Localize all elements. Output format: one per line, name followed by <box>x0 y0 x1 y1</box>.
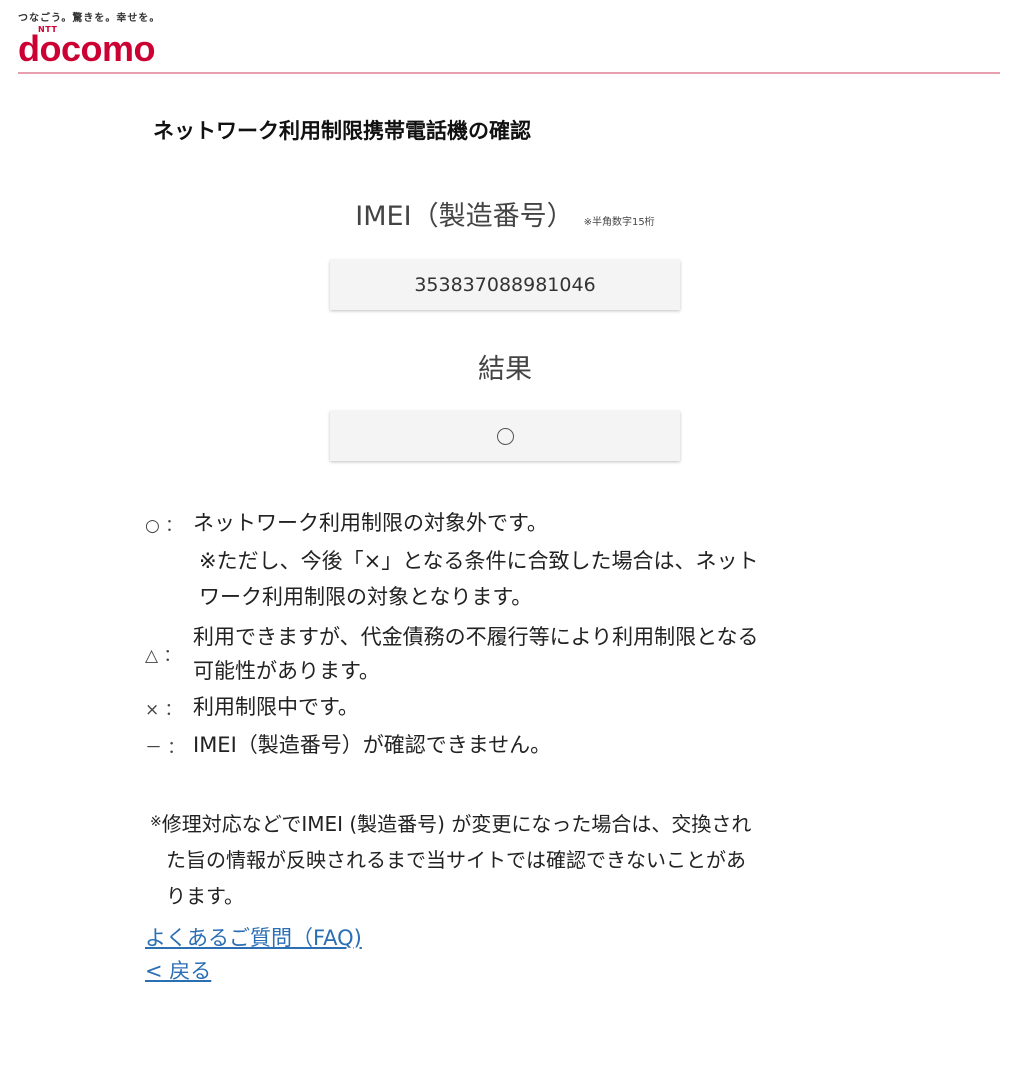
legend-text-restricted: 利用制限中です。 <box>193 695 359 719</box>
repair-footnote: ※修理対応などでIMEI (製造番号) が変更になった場合は、交換され た旨の情… <box>150 806 875 914</box>
imei-label: IMEI（製造番号） ※半角数字15桁 <box>0 194 1010 233</box>
legend-text-ok: ネットワーク利用制限の対象外です。 <box>193 511 548 535</box>
footnote-line-2: た旨の情報が反映されるまで当サイトでは確認できないことがあ <box>166 848 746 872</box>
site-header: つなごう。驚きを。幸せを。 NTT docomo <box>0 0 1010 75</box>
header-divider <box>18 72 1000 74</box>
logo-wordmark: docomo <box>18 28 156 69</box>
legend-subtext-ok-line2: ワーク利用制限の対象となります。 <box>199 585 533 609</box>
faq-link[interactable]: よくあるご質問（FAQ) <box>145 922 362 952</box>
legend-text-unknown: IMEI（製造番号）が確認できません。 <box>193 733 552 757</box>
legend-text-warning-line2: 可能性があります。 <box>193 659 380 683</box>
circle-mark-icon <box>496 427 514 445</box>
docomo-logo[interactable]: NTT docomo <box>18 22 178 69</box>
footnote-mark: ※ <box>150 814 162 830</box>
page-title: ネットワーク利用制限携帯電話機の確認 <box>153 119 531 143</box>
imei-value-text: 353837088981046 <box>414 274 596 296</box>
footnote-line-1: 修理対応などでIMEI (製造番号) が変更になった場合は、交換され <box>161 812 752 836</box>
legend-symbol-circle: ○ ： <box>145 516 183 536</box>
imei-format-note: ※半角数字15桁 <box>583 217 655 228</box>
result-value-field <box>330 411 680 461</box>
back-link[interactable]: < 戻る <box>145 955 211 985</box>
legend-subtext-ok-line1: ※ただし、今後「×」となる条件に合致した場合は、ネット <box>199 549 759 573</box>
legend-symbol-dash: － ： <box>145 738 185 758</box>
imei-label-text: IMEI（製造番号） <box>355 201 574 232</box>
legend-symbol-cross: × ： <box>145 700 182 720</box>
result-label: 結果 <box>478 354 532 385</box>
imei-value-field: 353837088981046 <box>330 260 680 310</box>
legend-symbol-triangle: △ ： <box>145 646 181 666</box>
legend-text-warning-line1: 利用できますが、代金債務の不履行等により利用制限となる <box>193 625 759 649</box>
footnote-line-3: ります。 <box>166 884 244 908</box>
